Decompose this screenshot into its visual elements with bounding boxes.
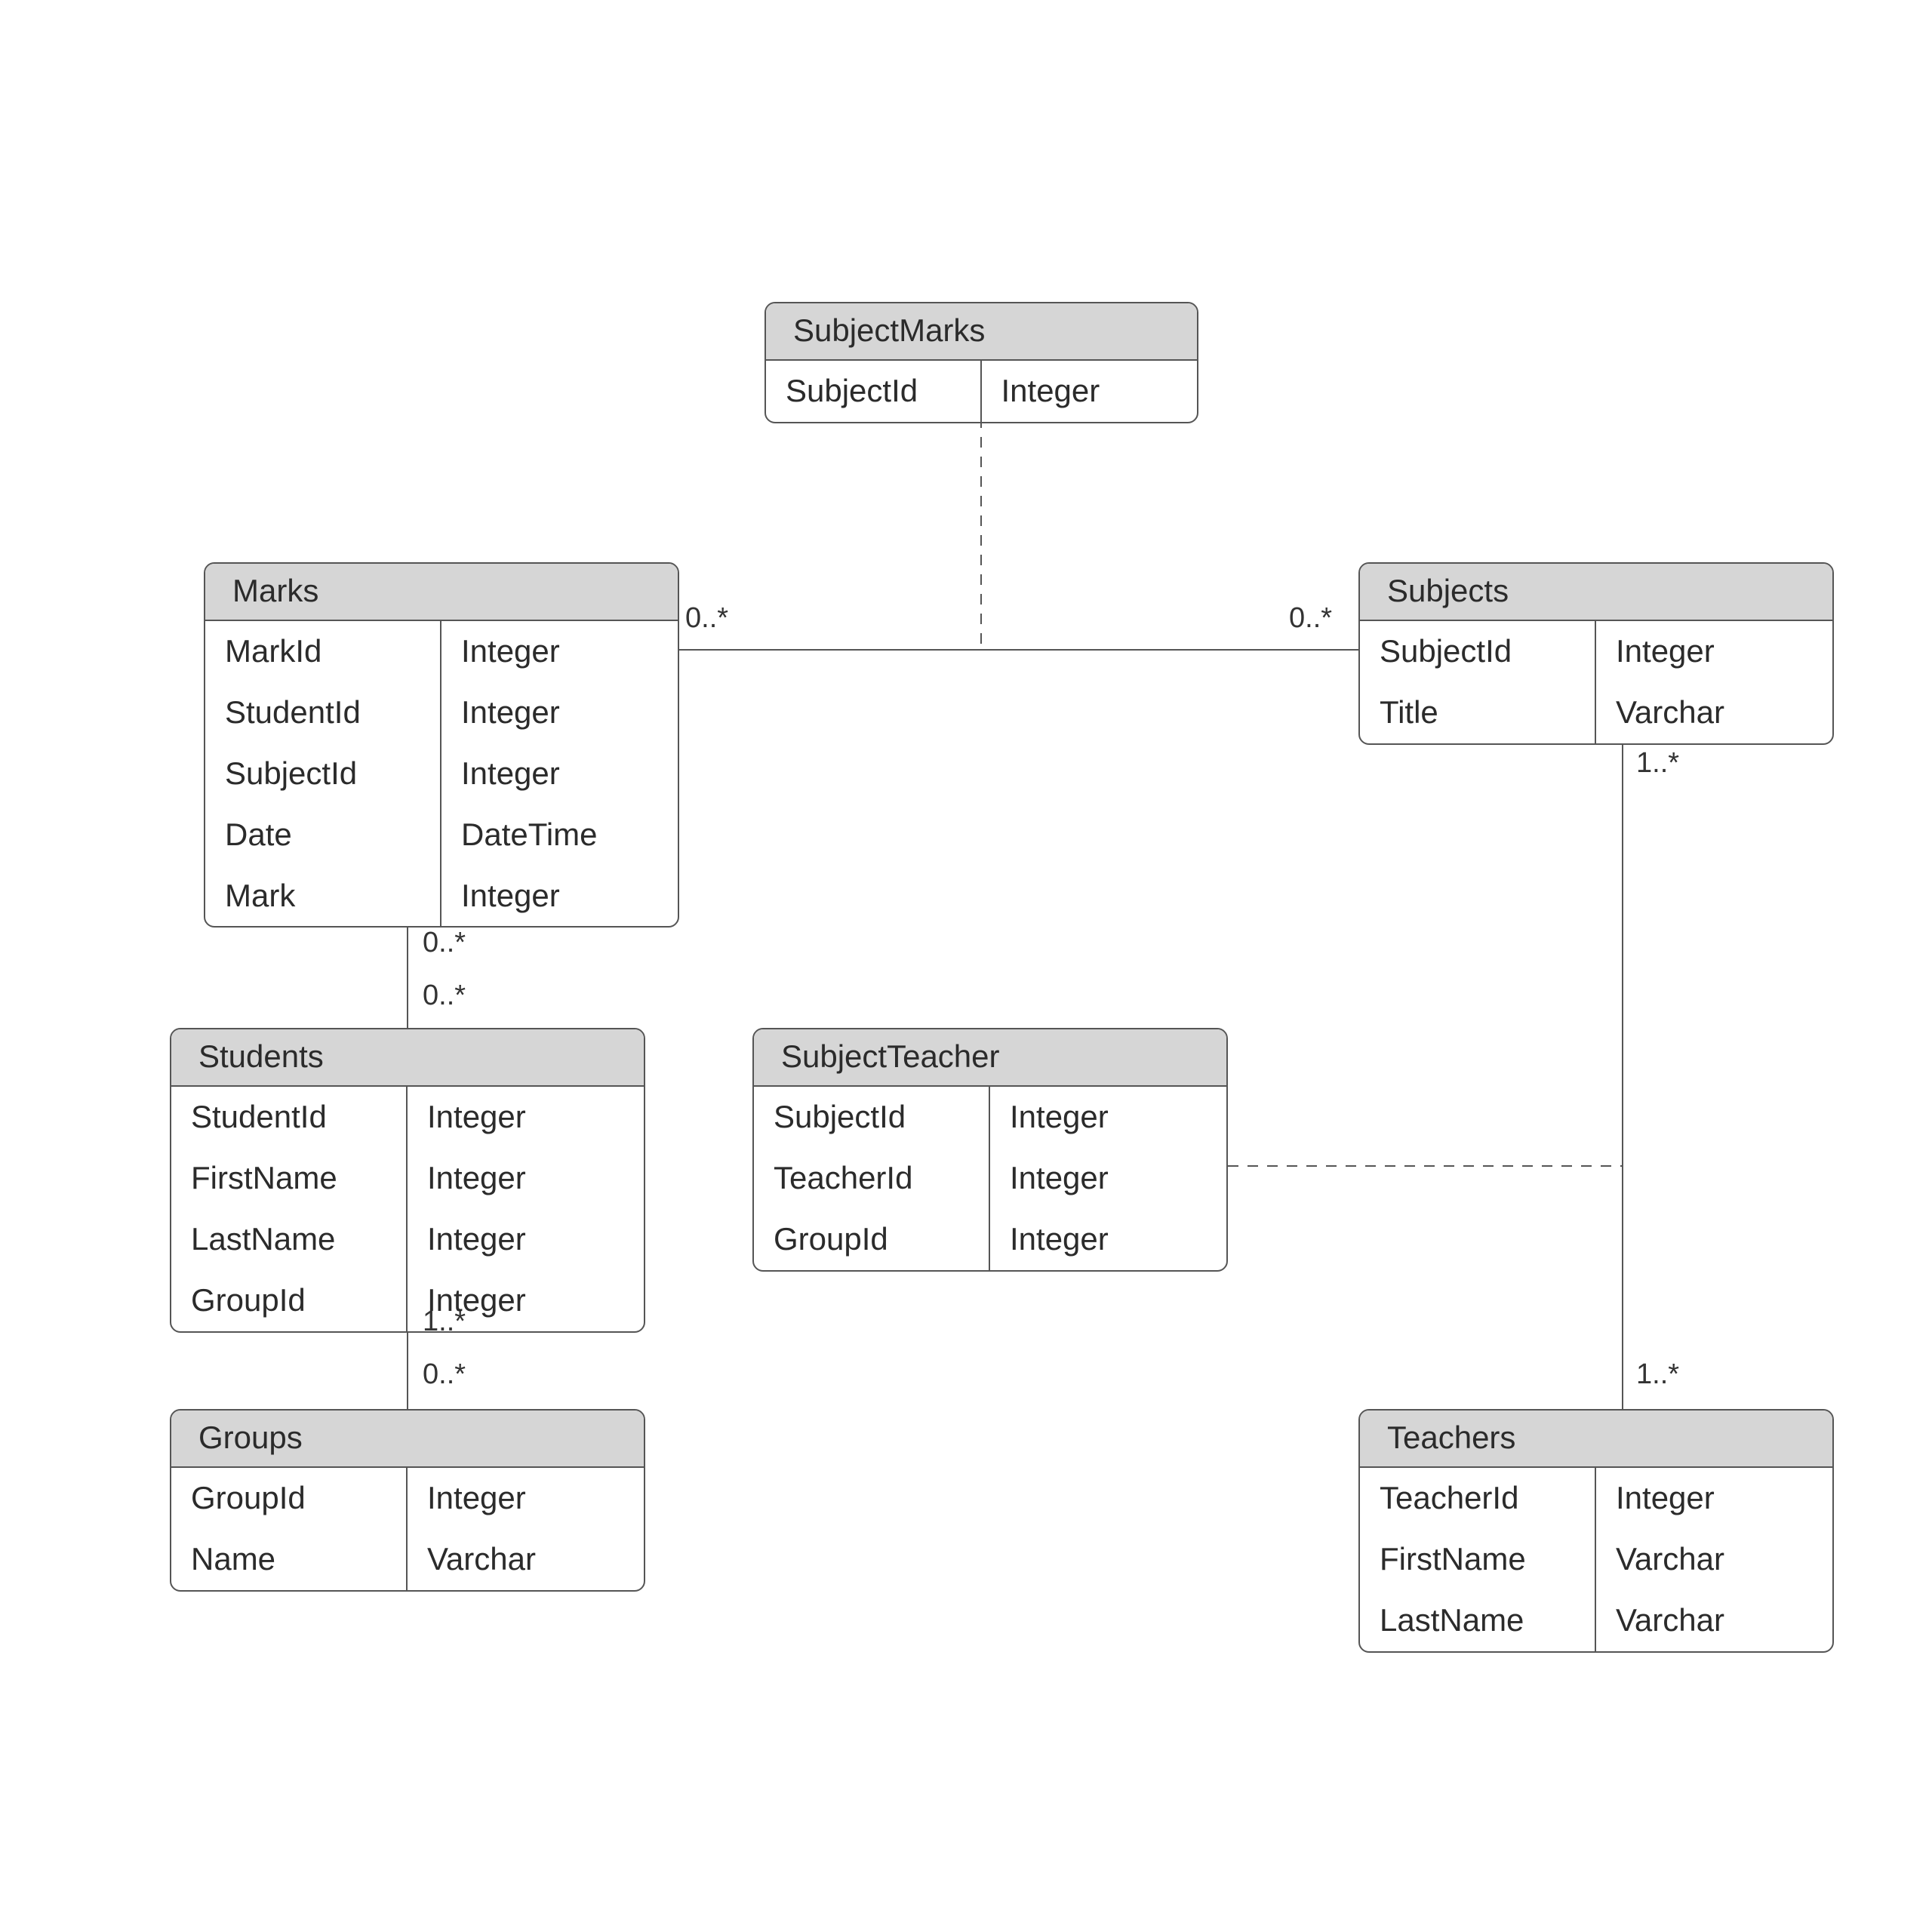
field-name: GroupId — [754, 1209, 989, 1270]
field-name: FirstName — [171, 1148, 406, 1209]
entity-title: SubjectMarks — [766, 303, 1197, 361]
entity-title: Groups — [171, 1411, 644, 1468]
field-name: Name — [171, 1529, 406, 1590]
field-name: MarkId — [205, 621, 440, 682]
entity-title: Teachers — [1360, 1411, 1832, 1468]
field-name: Mark — [205, 866, 440, 927]
field-name: LastName — [1360, 1590, 1595, 1651]
field-type: DateTime — [441, 804, 678, 866]
entity-title: Subjects — [1360, 564, 1832, 621]
field-name: SubjectId — [754, 1087, 989, 1148]
entity-marks: Marks MarkId StudentId SubjectId Date Ma… — [204, 562, 679, 928]
multiplicity-label: 0..* — [423, 927, 466, 959]
field-name: Date — [205, 804, 440, 866]
entity-students: Students StudentId FirstName LastName Gr… — [170, 1028, 645, 1333]
field-type: Integer — [441, 866, 678, 927]
field-type: Integer — [990, 1087, 1226, 1148]
multiplicity-label: 0..* — [1289, 602, 1332, 635]
field-type: Varchar — [1596, 1590, 1832, 1651]
field-name: TeacherId — [754, 1148, 989, 1209]
field-name: SubjectId — [205, 743, 440, 804]
field-type: Integer — [408, 1148, 644, 1209]
field-type: Varchar — [408, 1529, 644, 1590]
entity-subjectteacher: SubjectTeacher SubjectId TeacherId Group… — [752, 1028, 1228, 1272]
field-name: LastName — [171, 1209, 406, 1270]
entity-title: Marks — [205, 564, 678, 621]
field-type: Integer — [982, 361, 1198, 422]
field-type: Integer — [408, 1209, 644, 1270]
entity-title: SubjectTeacher — [754, 1029, 1226, 1087]
multiplicity-label: 1..* — [1636, 747, 1679, 780]
field-name: GroupId — [171, 1468, 406, 1529]
field-name: SubjectId — [1360, 621, 1595, 682]
multiplicity-label: 0..* — [423, 1358, 466, 1391]
field-type: Integer — [1596, 621, 1832, 682]
field-type: Integer — [1596, 1468, 1832, 1529]
field-name: GroupId — [171, 1270, 406, 1331]
field-type: Integer — [441, 682, 678, 743]
field-name: Title — [1360, 682, 1595, 743]
field-name: StudentId — [171, 1087, 406, 1148]
entity-groups: Groups GroupId Name Integer Varchar — [170, 1409, 645, 1592]
field-name: FirstName — [1360, 1529, 1595, 1590]
field-name: StudentId — [205, 682, 440, 743]
entity-teachers: Teachers TeacherId FirstName LastName In… — [1358, 1409, 1834, 1653]
field-type: Integer — [990, 1148, 1226, 1209]
multiplicity-label: 0..* — [423, 980, 466, 1012]
field-name: SubjectId — [766, 361, 980, 422]
field-type: Integer — [408, 1468, 644, 1529]
field-type: Integer — [441, 743, 678, 804]
entity-title: Students — [171, 1029, 644, 1087]
entity-subjects: Subjects SubjectId Title Integer Varchar — [1358, 562, 1834, 745]
entity-subjectmarks: SubjectMarks SubjectId Integer — [764, 302, 1198, 423]
multiplicity-label: 1..* — [1636, 1358, 1679, 1391]
field-type: Varchar — [1596, 682, 1832, 743]
field-type: Integer — [408, 1087, 644, 1148]
field-type: Integer — [441, 621, 678, 682]
field-type: Integer — [990, 1209, 1226, 1270]
diagram-canvas: SubjectMarks SubjectId Integer Marks Mar… — [0, 0, 1932, 1932]
multiplicity-label: 0..* — [685, 602, 728, 635]
field-type: Varchar — [1596, 1529, 1832, 1590]
multiplicity-label: 1..* — [423, 1306, 466, 1338]
field-name: TeacherId — [1360, 1468, 1595, 1529]
